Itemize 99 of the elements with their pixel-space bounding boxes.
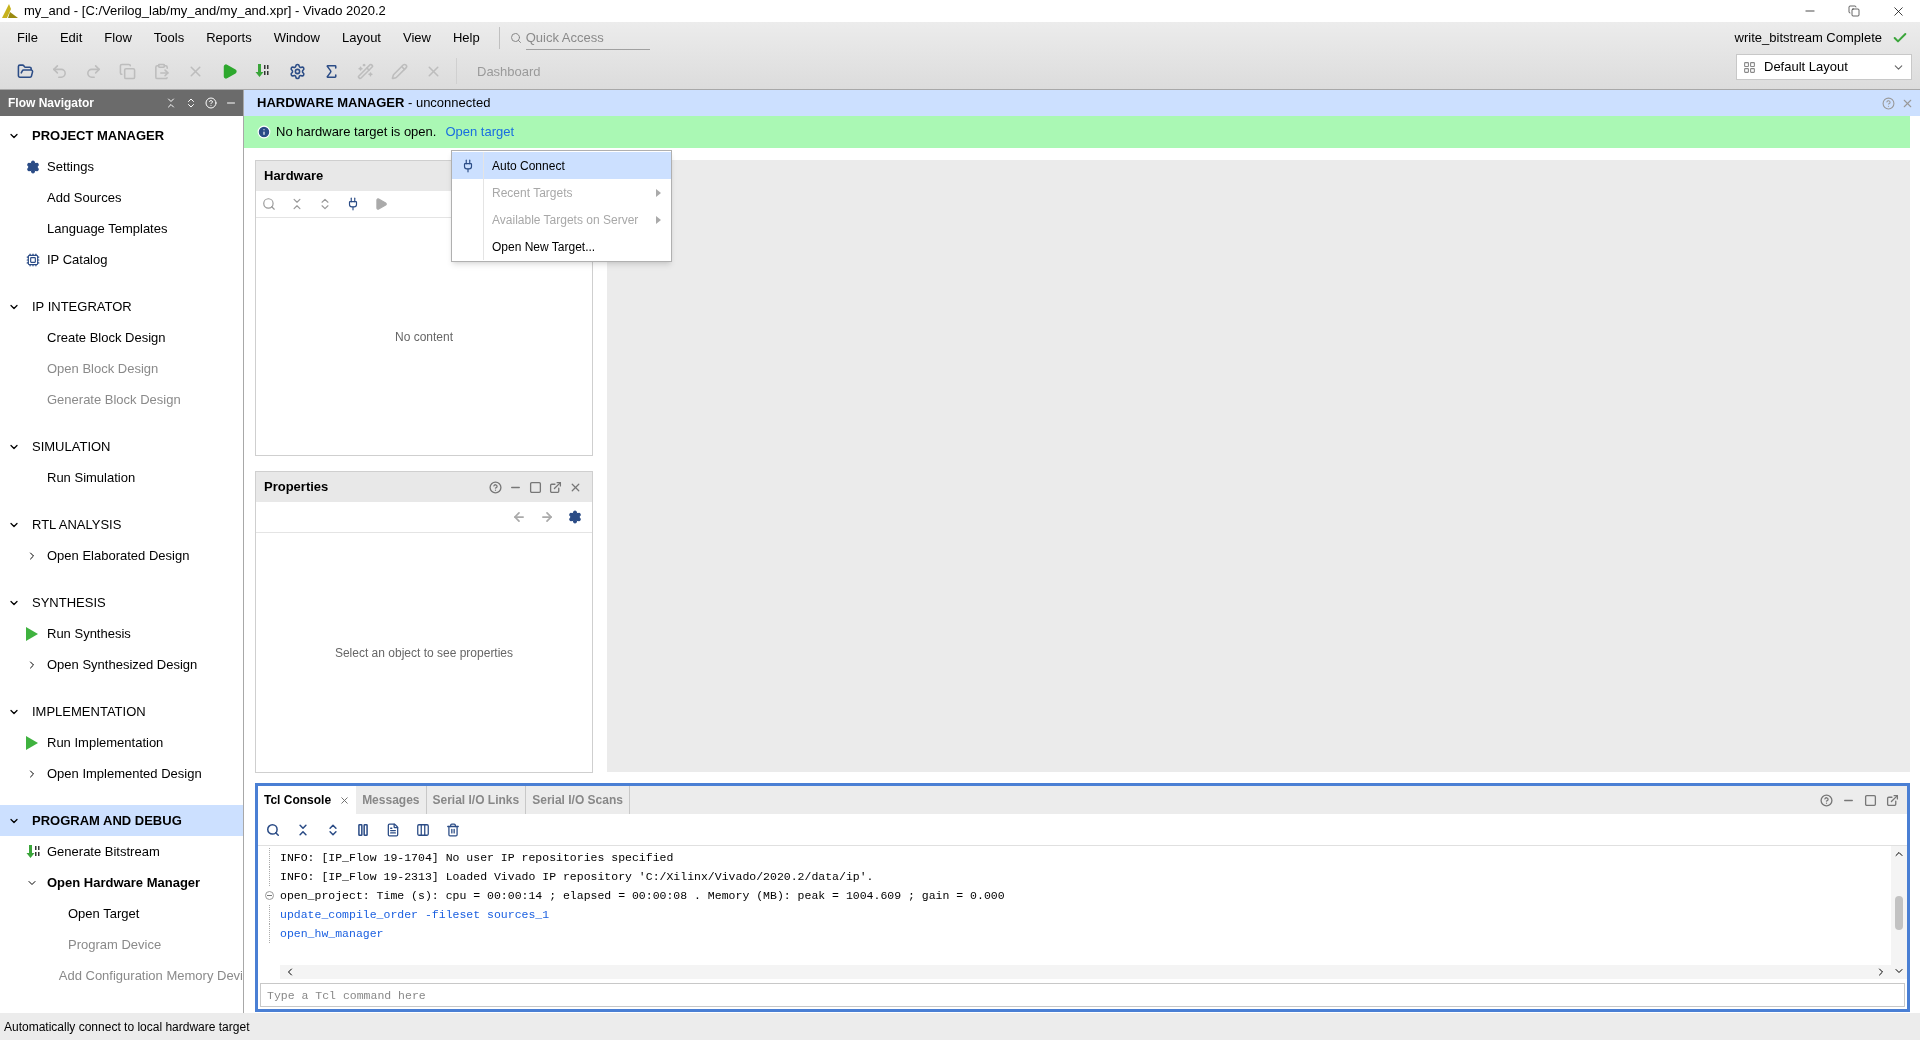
layout-icon: [1743, 60, 1756, 74]
console-tab[interactable]: Tcl Console: [258, 786, 357, 814]
horizontal-scrollbar[interactable]: [280, 965, 1891, 979]
nav-section-header[interactable]: SIMULATION: [0, 431, 243, 462]
nav-item[interactable]: IP Catalog: [0, 244, 243, 275]
submenu-arrow-icon: [656, 188, 661, 197]
console-line: open_project: Time (s): cpu = 00:00:14 ; elapsed = 00:00:08 . Memory (MB): peak = 1004.609 ; gain = 0.000: [280, 887, 1005, 904]
console-line: open_hw_manager: [280, 925, 384, 942]
header-title: HARDWARE MANAGER - unconnected: [257, 94, 492, 113]
nav-section-header[interactable]: SYNTHESIS: [0, 587, 243, 618]
float-icon: [548, 480, 562, 494]
menu-item[interactable]: Open New Target...: [452, 233, 671, 260]
help-button[interactable]: [1817, 791, 1835, 809]
settings-icon: [288, 62, 306, 80]
maximize-icon: [528, 480, 542, 494]
chip-icon: [26, 252, 40, 267]
window-title: my_and - [C:/Verilog_lab/my_and/my_and.xpr] - Vivado 2020.2: [24, 2, 386, 21]
logo-icon: [2, 4, 18, 18]
pencil-icon: [390, 62, 408, 80]
console-line: INFO: [IP_Flow 19-1704] No user IP repositories specified: [280, 849, 674, 866]
copy-icon: [118, 62, 136, 80]
menu-item[interactable]: Help: [443, 25, 489, 50]
help-button[interactable]: [486, 478, 504, 496]
menu-item[interactable]: File: [8, 25, 47, 50]
banner-message: No hardware target is open.: [276, 123, 437, 142]
menu-item[interactable]: Reports: [197, 25, 261, 50]
empty-text: Select an object to see properties: [334, 644, 514, 662]
expand-all-icon[interactable]: [326, 822, 340, 837]
scrollbar-thumb[interactable]: [1895, 895, 1903, 930]
panel-title: Properties: [264, 478, 330, 497]
bitstream-icon[interactable]: [255, 63, 271, 80]
redo-icon: [84, 62, 102, 80]
quick-access-field[interactable]: Quick Access: [525, 25, 650, 50]
help-icon: [488, 480, 502, 494]
help-icon: [1819, 793, 1833, 807]
collapse-all-icon[interactable]: [296, 822, 310, 837]
nav-section-header[interactable]: IMPLEMENTATION: [0, 696, 243, 727]
status-bar-text: Automatically connect to local hardware target: [4, 1018, 250, 1036]
gear-icon: [26, 159, 40, 174]
play-icon: [26, 626, 38, 641]
nav-item[interactable]: Language Templates: [0, 213, 243, 244]
tcl-command-field[interactable]: Type a Tcl command here: [260, 983, 1905, 1007]
pause-icon[interactable]: [356, 822, 370, 837]
panel-title: Hardware: [264, 167, 324, 186]
nav-item[interactable]: Open Implemented Design: [0, 758, 243, 789]
status-text: write_bitstream Complete: [1734, 29, 1882, 48]
open-target-link[interactable]: Open target: [445, 122, 515, 142]
nav-section-header[interactable]: RTL ANALYSIS: [0, 509, 243, 540]
menu-item[interactable]: Flow: [95, 25, 141, 50]
console-line: INFO: [IP_Flow 19-2313] Loaded Vivado IP repository 'C:/Xilinx/Vivado/2020.2/data/ip'.: [280, 868, 874, 885]
nav-item[interactable]: Open Elaborated Design: [0, 540, 243, 571]
layout-dropdown[interactable]: Default Layout: [1736, 54, 1912, 80]
nav-section-header[interactable]: IP INTEGRATOR: [0, 291, 243, 322]
play-icon[interactable]: [374, 197, 388, 211]
paste-icon: [152, 62, 170, 80]
bitstream-icon[interactable]: [26, 843, 42, 860]
menu-item[interactable]: Tools: [144, 25, 194, 50]
trash-icon[interactable]: [446, 822, 460, 837]
search-icon: [509, 31, 522, 44]
info-icon: [257, 125, 271, 139]
play-icon: [26, 735, 38, 750]
menu-item[interactable]: Auto Connect: [452, 152, 671, 179]
nav-item[interactable]: Settings: [0, 151, 243, 182]
back-icon[interactable]: [512, 510, 526, 524]
settings-icon[interactable]: [568, 510, 582, 524]
panel-title: Flow Navigator: [8, 95, 95, 112]
restore-icon: [1848, 5, 1860, 17]
close-icon[interactable]: [339, 794, 351, 806]
nav-item[interactable]: Run Simulation: [0, 462, 243, 493]
menu-item[interactable]: Edit: [50, 25, 92, 50]
menu-item[interactable]: Layout: [332, 25, 390, 50]
forward-icon[interactable]: [540, 510, 554, 524]
vertical-scrollbar[interactable]: [1891, 846, 1907, 979]
float-icon: [1885, 793, 1899, 807]
nav-item[interactable]: Open Hardware Manager: [0, 867, 243, 898]
search-icon[interactable]: [266, 822, 280, 837]
empty-text: No content: [394, 328, 453, 346]
wand-icon: [356, 62, 374, 80]
nav-item[interactable]: Run Synthesis: [0, 618, 243, 649]
columns-icon[interactable]: [416, 822, 430, 837]
folder-open-icon: [16, 62, 34, 80]
console-line: update_compile_order -fileset sources_1: [280, 906, 550, 923]
nav-item[interactable]: Open Synthesized Design: [0, 649, 243, 680]
expand-all-icon[interactable]: [185, 97, 197, 109]
menu-item[interactable]: Window: [264, 25, 329, 50]
nav-item[interactable]: Create Block Design: [0, 322, 243, 353]
plug-icon[interactable]: [346, 197, 360, 211]
maximize-icon: [1863, 793, 1877, 807]
nav-section-header[interactable]: PROGRAM AND DEBUG: [0, 805, 243, 836]
document-icon[interactable]: [386, 822, 400, 837]
nav-item[interactable]: Generate Bitstream: [0, 836, 243, 867]
submenu-arrow-icon: [656, 215, 661, 224]
nav-item[interactable]: Run Implementation: [0, 727, 243, 758]
undo-icon: [50, 62, 68, 80]
menu-item[interactable]: View: [394, 25, 440, 50]
nav-section-header[interactable]: PROJECT MANAGER: [0, 120, 243, 151]
nav-item[interactable]: Add Sources: [0, 182, 243, 213]
help-icon[interactable]: [1882, 96, 1895, 110]
nav-item[interactable]: Open Target: [0, 898, 243, 929]
